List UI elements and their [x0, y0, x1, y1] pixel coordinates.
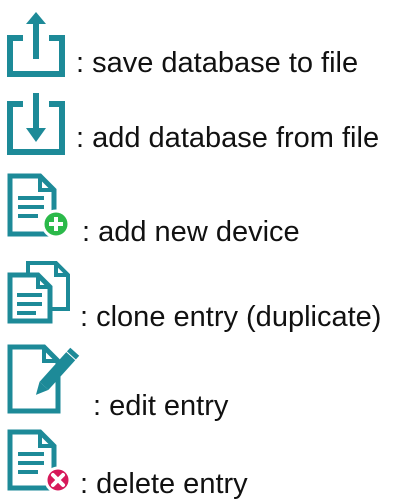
- legend-text-add-device: : add new device: [82, 216, 300, 248]
- legend-row-add-device: : add new device: [0, 160, 412, 247]
- legend-row-clone: : clone entry (duplicate): [0, 255, 412, 335]
- legend-row-save: : save database to file: [0, 0, 412, 80]
- edit-document-icon: [7, 344, 80, 414]
- legend-text-add-db: : add database from file: [76, 122, 380, 154]
- legend-text-delete: : delete entry: [80, 468, 248, 500]
- delete-document-icon: [7, 429, 72, 494]
- legend-row-add-db: : add database from file: [0, 80, 412, 160]
- legend-row-edit: : edit entry: [0, 337, 412, 421]
- legend-text-edit: : edit entry: [93, 390, 229, 422]
- download-icon: [7, 93, 65, 155]
- add-document-icon: [7, 173, 71, 239]
- upload-icon: [7, 12, 65, 77]
- duplicate-documents-icon: [7, 261, 70, 324]
- legend-row-delete: : delete entry: [0, 420, 412, 500]
- legend-text-save: : save database to file: [76, 47, 359, 79]
- legend-text-clone: : clone entry (duplicate): [80, 301, 382, 333]
